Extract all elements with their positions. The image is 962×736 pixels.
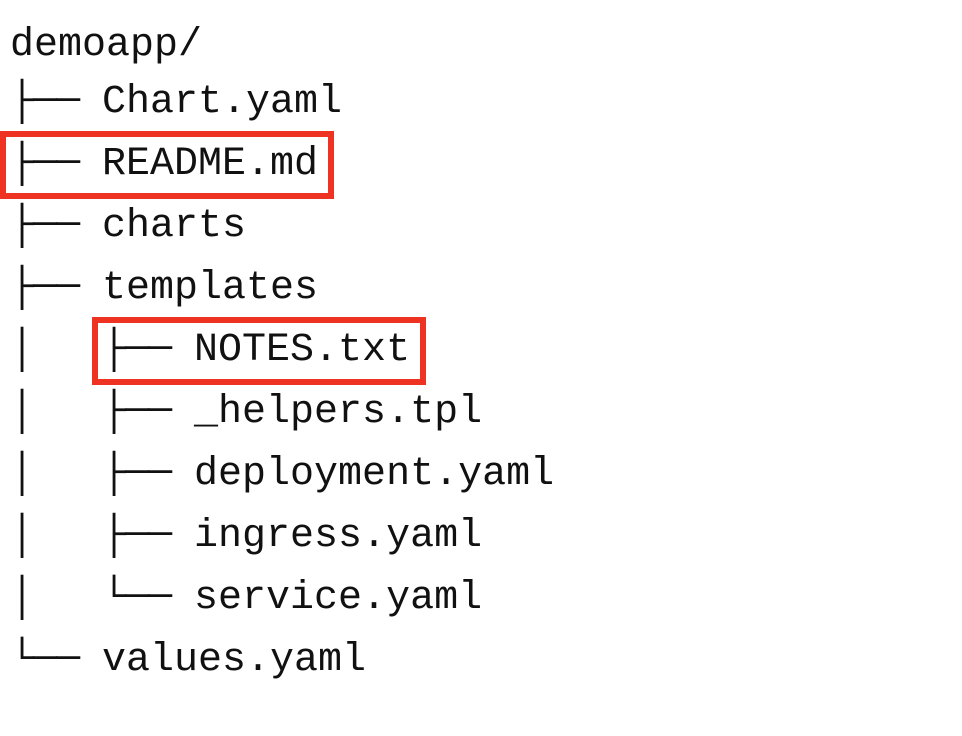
tree-item-label: values.yaml	[102, 631, 366, 691]
tree-branch-prefix: │ ├──	[10, 383, 194, 443]
tree-branch-prefix: ├──	[10, 197, 102, 257]
tree-branch-prefix: └──	[10, 631, 102, 691]
tree-branch-prefix: ├──	[10, 259, 102, 319]
tree-item: ├── charts	[10, 196, 952, 258]
tree-item-label: ingress.yaml	[194, 507, 482, 567]
tree-branch-prefix: │ ├──	[10, 445, 194, 505]
tree-item: │ ├── deployment.yaml	[10, 444, 952, 506]
file-tree: demoapp/ ├── Chart.yaml ├── README.md ├─…	[10, 20, 952, 692]
tree-item: ├── Chart.yaml	[10, 72, 952, 134]
tree-item: │ ├── _helpers.tpl	[10, 382, 952, 444]
tree-branch-prefix-inner: ├──	[102, 327, 194, 375]
tree-item: └── values.yaml	[10, 630, 952, 692]
tree-item: ├── templates	[10, 258, 952, 320]
tree-branch-prefix: │ ├──	[10, 507, 194, 567]
tree-root-label: demoapp/	[10, 16, 202, 76]
tree-item: │ ├── NOTES.txt	[10, 320, 952, 382]
tree-item: │ └── service.yaml	[10, 568, 952, 630]
tree-item: ├── README.md	[10, 134, 952, 196]
tree-item-label: README.md	[102, 141, 318, 189]
tree-item-label: charts	[102, 197, 246, 257]
tree-item-label: _helpers.tpl	[194, 383, 482, 443]
tree-item-label: deployment.yaml	[194, 445, 554, 505]
tree-branch-prefix: │ └──	[10, 569, 194, 629]
tree-branch-prefix: ├──	[10, 73, 102, 133]
tree-item: │ ├── ingress.yaml	[10, 506, 952, 568]
tree-root: demoapp/	[10, 20, 952, 72]
tree-branch-prefix-outer: │	[10, 321, 102, 381]
tree-item-label: NOTES.txt	[194, 327, 410, 375]
highlight-box: ├── README.md	[0, 131, 334, 199]
tree-item-label: Chart.yaml	[102, 73, 342, 133]
highlight-box: ├── NOTES.txt	[92, 317, 426, 385]
tree-item-label: templates	[102, 259, 318, 319]
tree-item-label: service.yaml	[194, 569, 482, 629]
tree-branch-prefix: ├──	[10, 141, 102, 189]
